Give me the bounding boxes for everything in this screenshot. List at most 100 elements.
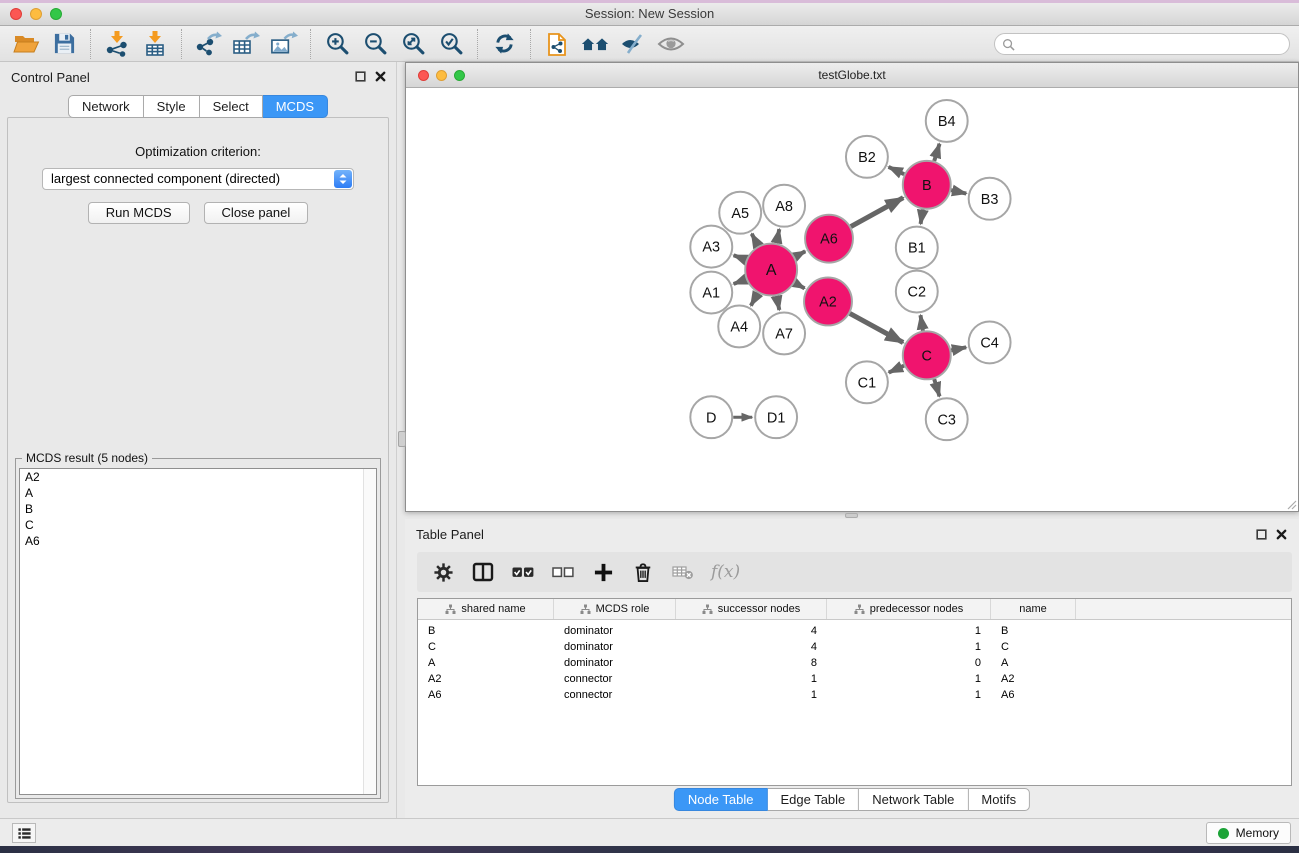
vertical-splitter-grip[interactable]: [398, 431, 406, 447]
result-list-item[interactable]: B: [20, 501, 376, 517]
memory-button[interactable]: Memory: [1206, 822, 1291, 844]
close-network-button[interactable]: [418, 70, 429, 81]
save-button[interactable]: [50, 30, 78, 58]
split-column-button[interactable]: [471, 560, 495, 584]
column-header-name[interactable]: name: [991, 599, 1076, 619]
graph-edge-A2-C[interactable]: [850, 313, 903, 342]
show-graphics-button[interactable]: [657, 30, 685, 58]
graph-edge-A6-B[interactable]: [851, 198, 903, 227]
export-network-button[interactable]: [194, 30, 222, 58]
close-panel-icon[interactable]: [375, 71, 386, 82]
zoom-in-button[interactable]: [323, 30, 351, 58]
float-panel-icon[interactable]: [1256, 529, 1267, 540]
table-row[interactable]: A6connector11A6: [418, 687, 1291, 703]
search-field[interactable]: [994, 33, 1290, 55]
resize-grip-icon[interactable]: [1285, 498, 1297, 510]
graph-edge-C-C3[interactable]: [934, 379, 939, 396]
tab-mcds[interactable]: MCDS: [263, 95, 328, 118]
graph-node-A[interactable]: A: [745, 244, 797, 296]
graph-edge-A-A1[interactable]: [734, 279, 746, 284]
graph-edge-A-A7[interactable]: [777, 296, 780, 310]
open-folder-button[interactable]: [12, 30, 40, 58]
column-header-shared-name[interactable]: shared name: [418, 599, 554, 619]
graph-node-B3[interactable]: B3: [969, 178, 1011, 220]
graph-edge-A-A8[interactable]: [777, 229, 780, 243]
function-builder-button[interactable]: f(x): [711, 560, 740, 584]
result-list-item[interactable]: A6: [20, 533, 376, 549]
maximize-network-button[interactable]: [454, 70, 465, 81]
horizontal-splitter-grip[interactable]: [845, 513, 858, 518]
close-panel-button[interactable]: Close panel: [204, 202, 309, 224]
graph-node-D1[interactable]: D1: [755, 396, 797, 438]
hide-labels-button[interactable]: [619, 30, 647, 58]
graph-node-A1[interactable]: A1: [690, 272, 732, 314]
tab-select[interactable]: Select: [200, 95, 263, 118]
select-all-button[interactable]: [511, 560, 535, 584]
zoom-fit-button[interactable]: [399, 30, 427, 58]
export-image-button[interactable]: [270, 30, 298, 58]
table-row[interactable]: Adominator80A: [418, 655, 1291, 671]
tab-network[interactable]: Network: [68, 95, 144, 118]
graph-edge-B-B2[interactable]: [889, 167, 905, 174]
graph-edge-B-B4[interactable]: [934, 144, 939, 161]
network-canvas[interactable]: B4B2BB3A8A5A6A3B1AA1C2A2A4A7C4CC1C3DD1: [407, 89, 1297, 510]
graph-node-B2[interactable]: B2: [846, 136, 888, 178]
graph-node-B1[interactable]: B1: [896, 227, 938, 269]
run-mcds-button[interactable]: Run MCDS: [88, 202, 190, 224]
column-header-mcds-role[interactable]: MCDS role: [554, 599, 676, 619]
graph-node-A7[interactable]: A7: [763, 312, 805, 354]
zoom-out-button[interactable]: [361, 30, 389, 58]
graph-node-A4[interactable]: A4: [718, 305, 760, 347]
graph-edge-B-B3[interactable]: [951, 190, 966, 193]
minimize-window-button[interactable]: [30, 8, 42, 20]
tab-edge-table[interactable]: Edge Table: [767, 788, 859, 811]
tab-style[interactable]: Style: [144, 95, 200, 118]
add-row-button[interactable]: [591, 560, 615, 584]
network-window-titlebar[interactable]: testGlobe.txt: [406, 63, 1298, 88]
task-history-button[interactable]: [12, 823, 36, 843]
graph-node-C2[interactable]: C2: [896, 271, 938, 313]
graph-edge-C-C2[interactable]: [920, 315, 922, 331]
graph-node-C[interactable]: C: [903, 331, 951, 379]
graph-node-D[interactable]: D: [690, 396, 732, 438]
graph-node-A8[interactable]: A8: [763, 185, 805, 227]
graph-edge-A-A5[interactable]: [752, 234, 759, 246]
close-panel-icon[interactable]: [1276, 529, 1287, 540]
refresh-button[interactable]: [490, 30, 518, 58]
duplicate-network-button[interactable]: [543, 30, 571, 58]
result-list-item[interactable]: A: [20, 485, 376, 501]
graph-edge-C-C1[interactable]: [889, 366, 904, 373]
export-table-button[interactable]: [232, 30, 260, 58]
network-graph[interactable]: B4B2BB3A8A5A6A3B1AA1C2A2A4A7C4CC1C3DD1: [407, 89, 1297, 510]
maximize-window-button[interactable]: [50, 8, 62, 20]
deselect-all-button[interactable]: [551, 560, 575, 584]
table-settings-button[interactable]: [431, 560, 455, 584]
minimize-network-button[interactable]: [436, 70, 447, 81]
float-panel-icon[interactable]: [355, 71, 366, 82]
search-input[interactable]: [1019, 37, 1282, 51]
graph-node-B4[interactable]: B4: [926, 100, 968, 142]
graph-node-A2[interactable]: A2: [804, 278, 852, 326]
import-table-button[interactable]: [141, 30, 169, 58]
import-network-button[interactable]: [103, 30, 131, 58]
tab-node-table[interactable]: Node Table: [674, 788, 768, 811]
mcds-result-list[interactable]: A2ABCA6: [19, 468, 377, 795]
graph-node-C4[interactable]: C4: [969, 321, 1011, 363]
table-row[interactable]: Cdominator41C: [418, 639, 1291, 655]
scrollbar-track[interactable]: [363, 469, 376, 794]
graph-edge-B-B1[interactable]: [921, 209, 923, 224]
result-list-item[interactable]: C: [20, 517, 376, 533]
tab-network-table[interactable]: Network Table: [859, 788, 968, 811]
graph-edge-A-A2[interactable]: [795, 283, 805, 289]
delete-table-button[interactable]: [671, 560, 695, 584]
graph-node-C1[interactable]: C1: [846, 361, 888, 403]
graph-node-A5[interactable]: A5: [719, 192, 761, 234]
graph-edge-A-A3[interactable]: [734, 255, 746, 260]
column-header-predecessor-nodes[interactable]: predecessor nodes: [827, 599, 991, 619]
home-button[interactable]: [581, 30, 609, 58]
zoom-selected-button[interactable]: [437, 30, 465, 58]
graph-edge-A-A4[interactable]: [751, 293, 758, 306]
table-row[interactable]: Bdominator41B: [418, 623, 1291, 639]
table-row[interactable]: A2connector11A2: [418, 671, 1291, 687]
graph-node-A6[interactable]: A6: [805, 215, 853, 263]
